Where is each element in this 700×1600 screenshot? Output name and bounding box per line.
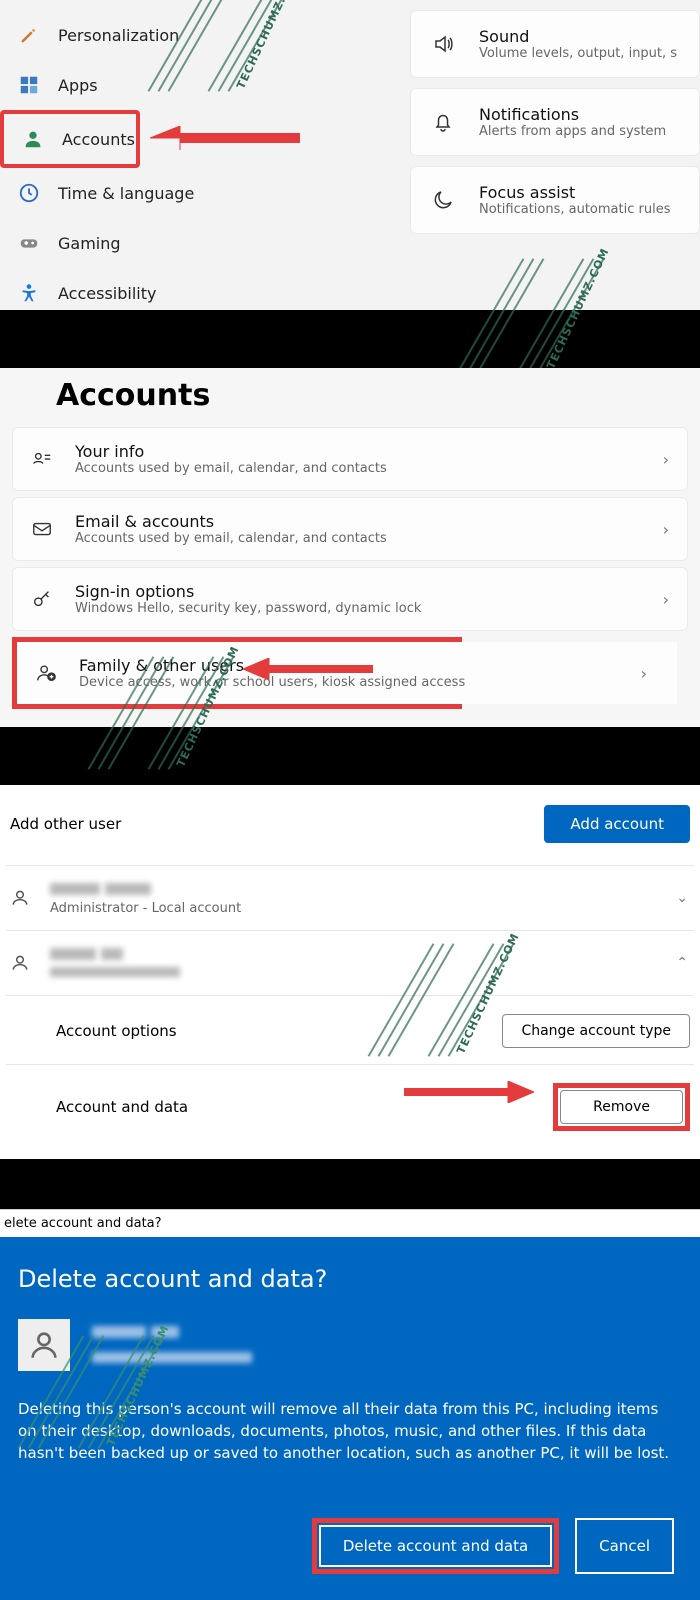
sidebar-item-apps[interactable]: Apps — [0, 60, 410, 110]
person-icon — [10, 888, 30, 908]
card-sound[interactable]: SoundVolume levels, output, input, s — [410, 10, 700, 78]
user-email-redacted — [50, 966, 180, 981]
card-sub: Notifications, automatic rules — [479, 202, 670, 217]
row-label: Email & accounts — [75, 512, 387, 531]
id-card-icon — [31, 448, 53, 470]
label: Account and data — [56, 1098, 188, 1116]
row-sub: Windows Hello, security key, password, d… — [75, 601, 421, 616]
sidebar-item-label: Personalization — [58, 26, 179, 45]
speaker-icon — [431, 32, 455, 56]
section-label: Add other user — [10, 815, 121, 833]
add-account-button[interactable]: Add account — [544, 805, 690, 843]
card-focus-assist[interactable]: Focus assistNotifications, automatic rul… — [410, 166, 700, 234]
user-row[interactable]: ⌃ — [6, 930, 694, 995]
change-account-type-button[interactable]: Change account type — [502, 1014, 690, 1048]
card-sub: Alerts from apps and system — [479, 124, 666, 139]
dialog-message: Deleting this person's account will remo… — [18, 1399, 674, 1464]
sidebar-item-label: Accessibility — [58, 284, 156, 303]
accessibility-icon — [18, 282, 40, 304]
gamepad-icon — [18, 232, 40, 254]
row-label: Your info — [75, 442, 387, 461]
sidebar-item-label: Apps — [58, 76, 98, 95]
row-email-accounts[interactable]: Email & accountsAccounts used by email, … — [12, 497, 688, 561]
annotation-arrow — [150, 126, 300, 150]
card-label: Notifications — [479, 105, 666, 124]
label: Account options — [56, 1022, 177, 1040]
row-sub: Accounts used by email, calendar, and co… — [75, 461, 387, 476]
user-email-redacted — [92, 1348, 252, 1367]
row-your-info[interactable]: Your infoAccounts used by email, calenda… — [12, 427, 688, 491]
user-name-redacted — [50, 880, 241, 899]
annotation-arrow — [243, 658, 373, 680]
user-role: Administrator - Local account — [50, 901, 241, 916]
sidebar-item-time-language[interactable]: Time & language — [0, 168, 410, 218]
card-sub: Volume levels, output, input, s — [479, 46, 677, 61]
card-label: Sound — [479, 27, 677, 46]
people-add-icon — [35, 662, 57, 684]
account-data-row: Account and data Remove — [6, 1064, 694, 1147]
delete-account-dialog: Delete account and data? Deleting this p… — [0, 1237, 700, 1600]
sidebar-item-label: Gaming — [58, 234, 121, 253]
sidebar-item-accessibility[interactable]: Accessibility — [0, 268, 410, 310]
sidebar-item-label: Time & language — [58, 184, 194, 203]
sidebar-item-label: Accounts — [62, 130, 135, 149]
dialog-window-title: elete account and data? — [0, 1209, 700, 1237]
chevron-up-icon: ⌃ — [676, 955, 688, 971]
user-name-redacted — [50, 945, 180, 964]
divider — [0, 1159, 700, 1209]
bell-icon — [431, 110, 455, 134]
account-options-row: Account options Change account type — [6, 995, 694, 1064]
row-sub: Accounts used by email, calendar, and co… — [75, 531, 387, 546]
chevron-down-icon: ⌄ — [676, 890, 688, 906]
dialog-heading: Delete account and data? — [18, 1265, 674, 1293]
apps-icon — [18, 74, 40, 96]
annotation-arrow — [404, 1081, 534, 1103]
brush-icon — [18, 24, 40, 46]
person-icon — [22, 128, 44, 150]
chevron-right-icon: › — [641, 664, 647, 683]
user-name-redacted — [92, 1323, 252, 1342]
chevron-right-icon: › — [663, 450, 669, 469]
card-notifications[interactable]: NotificationsAlerts from apps and system — [410, 88, 700, 156]
row-signin-options[interactable]: Sign-in optionsWindows Hello, security k… — [12, 567, 688, 631]
globe-time-icon — [18, 182, 40, 204]
avatar-icon — [18, 1319, 70, 1371]
chevron-right-icon: › — [663, 590, 669, 609]
sidebar-item-accounts[interactable]: Accounts — [4, 114, 136, 164]
delete-confirm-button[interactable]: Delete account and data — [319, 1525, 552, 1567]
key-icon — [31, 588, 53, 610]
moon-icon — [431, 188, 455, 212]
cancel-button[interactable]: Cancel — [575, 1518, 674, 1574]
divider: TECHSCHUMZ.COM — [0, 310, 700, 368]
person-icon — [10, 953, 30, 973]
row-label: Sign-in options — [75, 582, 421, 601]
sidebar-item-personalization[interactable]: Personalization — [0, 10, 410, 60]
divider — [0, 727, 700, 785]
card-label: Focus assist — [479, 183, 670, 202]
mail-icon — [31, 518, 53, 540]
remove-button[interactable]: Remove — [560, 1090, 683, 1124]
page-title: Accounts — [0, 368, 700, 421]
user-row[interactable]: Administrator - Local account ⌄ — [6, 865, 694, 930]
sidebar-item-gaming[interactable]: Gaming — [0, 218, 410, 268]
chevron-right-icon: › — [663, 520, 669, 539]
